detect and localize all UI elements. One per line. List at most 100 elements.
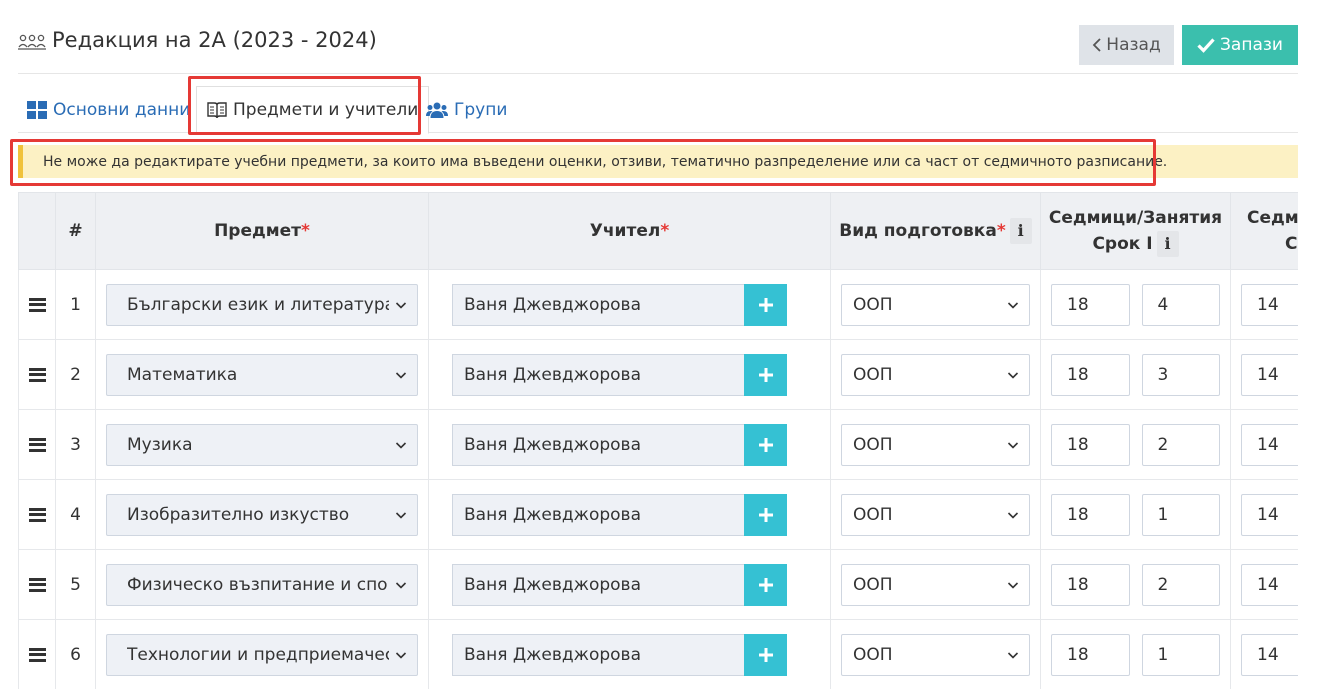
tab-basic-data[interactable]: Основни данни	[27, 86, 190, 133]
teacher-input[interactable]: Ваня Джевджорова	[452, 283, 744, 326]
term1-cell: 18 2	[1040, 409, 1231, 480]
weeks-term2-value: 14	[1257, 644, 1279, 665]
weeks-term1-value: 18	[1067, 364, 1089, 385]
info-icon[interactable]: i	[1156, 231, 1179, 257]
weeks-term2-value: 14	[1257, 364, 1279, 385]
classes-term1-input[interactable]: 2	[1141, 563, 1220, 606]
subject-select[interactable]: Технологии и предприемачество	[106, 633, 418, 676]
subject-select-value: Музика	[127, 434, 193, 455]
prep-select[interactable]: ООП	[841, 283, 1030, 326]
table-row: 6 Технологии и предприемачество Ваня Дже…	[18, 619, 1298, 689]
weeks-term2-value: 14	[1257, 294, 1279, 315]
drag-handle-icon[interactable]	[28, 507, 46, 522]
drag-handle-icon[interactable]	[28, 577, 46, 592]
teacher-cell: Ваня Джевджорова	[428, 409, 831, 480]
term2-cell: 14	[1230, 269, 1298, 340]
classes-term1-value: 2	[1157, 574, 1169, 595]
info-glyph: i	[1017, 221, 1024, 240]
classes-term1-value: 3	[1157, 364, 1169, 385]
subject-cell: Български език и литература	[95, 269, 429, 340]
subject-cell: Музика	[95, 409, 429, 480]
col-teacher: Учител*	[428, 192, 831, 270]
term1-inputs: 18 1	[1051, 493, 1220, 536]
weeks-term1-value: 18	[1067, 294, 1089, 315]
weeks-term1-input[interactable]: 18	[1051, 353, 1130, 396]
teacher-input-value: Ваня Джевджорова	[464, 294, 641, 315]
drag-handle-icon[interactable]	[28, 647, 46, 662]
chevron-down-icon	[1007, 371, 1019, 379]
teacher-input[interactable]: Ваня Джевджорова	[452, 353, 744, 396]
teacher-input[interactable]: Ваня Джевджорова	[452, 633, 744, 676]
weeks-term2-input[interactable]: 14	[1241, 353, 1298, 396]
classes-term1-input[interactable]: 4	[1141, 283, 1220, 326]
page-title: Редакция на 2А (2023 - 2024)	[18, 28, 377, 52]
subject-select-value: Физическо възпитание и спорт	[127, 574, 389, 595]
prep-select[interactable]: ООП	[841, 423, 1030, 466]
add-teacher-button[interactable]	[744, 563, 787, 606]
info-icon[interactable]: i	[1009, 218, 1032, 244]
chevron-down-icon	[1007, 581, 1019, 589]
drag-handle-icon[interactable]	[28, 437, 46, 452]
weeks-term2-input[interactable]: 14	[1241, 563, 1298, 606]
weeks-term1-value: 18	[1067, 434, 1089, 455]
add-teacher-button[interactable]	[744, 633, 787, 676]
table-row: 1 Български език и литература Ваня Джевд…	[18, 269, 1298, 340]
chevron-down-icon	[395, 651, 407, 659]
weeks-term1-input[interactable]: 18	[1051, 563, 1130, 606]
add-teacher-button[interactable]	[744, 353, 787, 396]
classes-term1-input[interactable]: 3	[1141, 353, 1220, 396]
prep-select[interactable]: ООП	[841, 563, 1030, 606]
back-button[interactable]: Назад	[1079, 25, 1174, 65]
weeks-term2-input[interactable]: 14	[1241, 633, 1298, 676]
row-number-text: 5	[70, 574, 81, 595]
weeks-term2-input[interactable]: 14	[1241, 493, 1298, 536]
weeks-term2-input[interactable]: 14	[1241, 283, 1298, 326]
weeks-term1-input[interactable]: 18	[1051, 423, 1130, 466]
subject-select[interactable]: Физическо възпитание и спорт	[106, 563, 418, 606]
weeks-term1-input[interactable]: 18	[1051, 633, 1130, 676]
term1-inputs: 18 2	[1051, 563, 1220, 606]
classes-term1-input[interactable]: 2	[1141, 423, 1220, 466]
drag-handle-cell	[18, 549, 56, 620]
drag-handle-icon[interactable]	[28, 297, 46, 312]
teacher-input[interactable]: Ваня Джевджорова	[452, 493, 744, 536]
classes-term1-input[interactable]: 1	[1141, 633, 1220, 676]
drag-handle-cell	[18, 409, 56, 480]
subject-cell: Изобразително изкуство	[95, 479, 429, 550]
subject-select[interactable]: Математика	[106, 353, 418, 396]
prep-select[interactable]: ООП	[841, 493, 1030, 536]
tab-groups[interactable]: Групи	[426, 86, 507, 133]
teacher-input[interactable]: Ваня Джевджорова	[452, 563, 744, 606]
chevron-left-icon	[1093, 38, 1101, 52]
weeks-term2-input[interactable]: 14	[1241, 423, 1298, 466]
col-num-label: #	[68, 221, 83, 241]
tab-basic-data-label: Основни данни	[53, 99, 191, 120]
row-number: 2	[55, 339, 96, 410]
classes-term1-input[interactable]: 1	[1141, 493, 1220, 536]
weeks-term1-input[interactable]: 18	[1051, 493, 1130, 536]
add-teacher-button[interactable]	[744, 283, 787, 326]
row-number: 1	[55, 269, 96, 340]
save-button-label: Запази	[1220, 35, 1283, 55]
subject-cell: Математика	[95, 339, 429, 410]
subject-select[interactable]: Изобразително изкуство	[106, 493, 418, 536]
add-teacher-button[interactable]	[744, 423, 787, 466]
teacher-input[interactable]: Ваня Джевджорова	[452, 423, 744, 466]
row-number: 3	[55, 409, 96, 480]
subjects-table-wrapper: # Предмет* Учител* Вид подготовка* i Седм…	[18, 192, 1298, 689]
save-button[interactable]: Запази	[1182, 25, 1298, 65]
prep-select[interactable]: ООП	[841, 353, 1030, 396]
subject-select[interactable]: Български език и литература	[106, 283, 418, 326]
drag-handle-cell	[18, 269, 56, 340]
add-teacher-button[interactable]	[744, 493, 787, 536]
table-row: 3 Музика Ваня Джевджорова ООП 18 2 14	[18, 409, 1298, 480]
teacher-input-value: Ваня Джевджорова	[464, 574, 641, 595]
plus-icon	[758, 297, 773, 312]
subject-select[interactable]: Музика	[106, 423, 418, 466]
teacher-input-value: Ваня Джевджорова	[464, 504, 641, 525]
weeks-term1-input[interactable]: 18	[1051, 283, 1130, 326]
required-mark: *	[660, 221, 670, 241]
prep-select[interactable]: ООП	[841, 633, 1030, 676]
plus-icon	[758, 437, 773, 452]
drag-handle-icon[interactable]	[28, 367, 46, 382]
